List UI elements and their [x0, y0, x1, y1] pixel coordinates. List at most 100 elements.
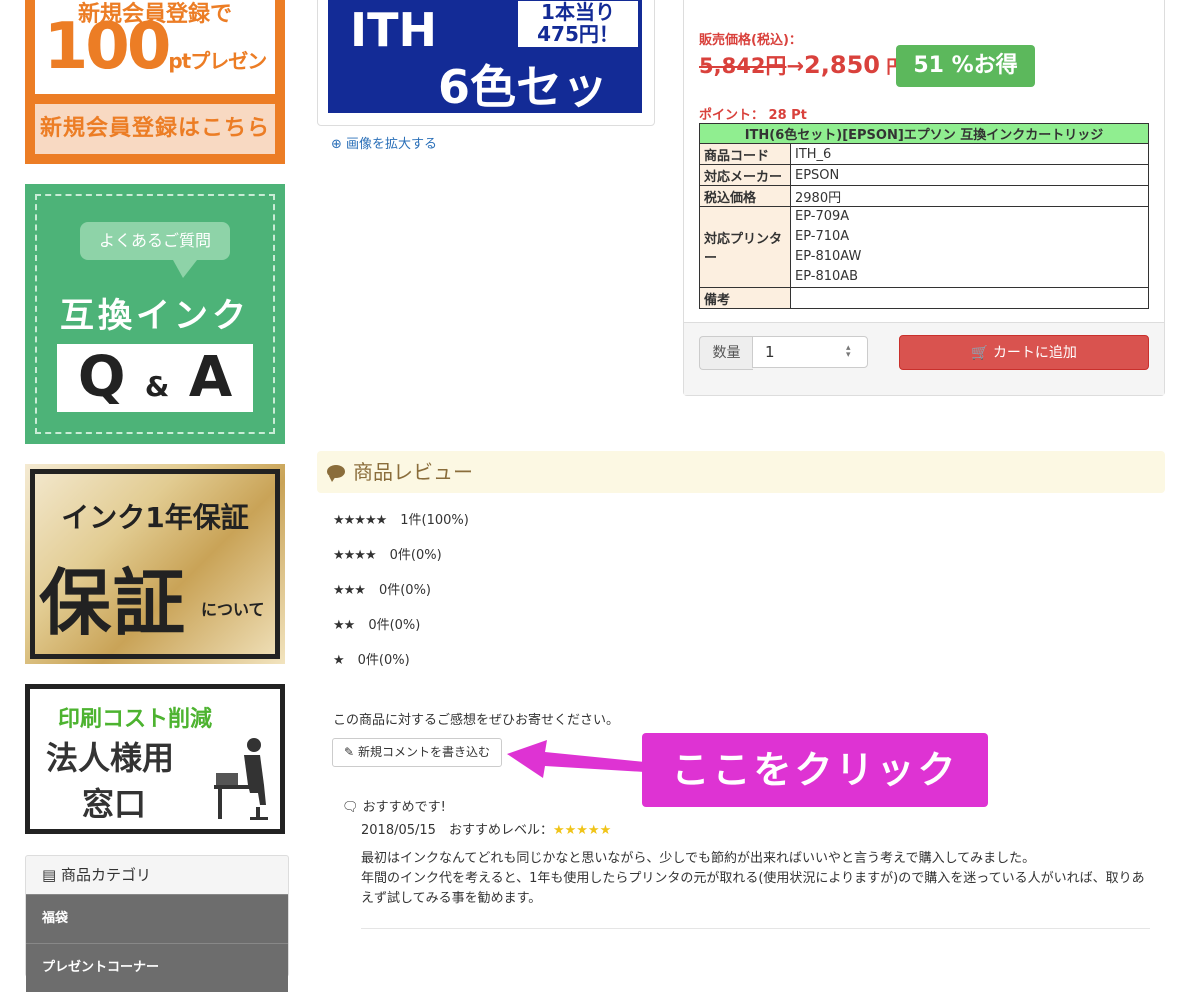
price-label: 販売価格(税込)：: [699, 33, 802, 48]
category-panel-title: 商品カテゴリ: [60, 866, 151, 884]
callout-arrow-icon: [507, 740, 645, 778]
register-button[interactable]: 新規会員登録はこちら: [35, 104, 275, 154]
spec-table-title: ITH(6色セット)[EPSON]エプソン 互換インクカートリッジ: [699, 123, 1149, 144]
spec-table-header-row: ITH(6色セット)[EPSON]エプソン 互換インクカートリッジ: [699, 123, 1149, 144]
cart-icon: 🛒: [971, 345, 989, 361]
warranty-banner[interactable]: インク1年保証 保証 について: [25, 464, 285, 664]
table-row: 対応プリンター EP-709A EP-710A EP-810AW EP-810A…: [699, 206, 1149, 288]
rating-stars: ★★: [333, 618, 355, 633]
qa-amp: &: [144, 370, 170, 403]
category-item-fukubukuro[interactable]: 福袋: [26, 894, 288, 943]
product-image-artwork: ITH 1本当り 475円！ 6色セット: [328, 0, 642, 180]
new-comment-button[interactable]: ✎ 新規コメントを書き込む: [332, 738, 502, 767]
product-unit-price: 1本当り 475円！: [518, 1, 638, 47]
comment-bubble-icon: [327, 465, 345, 482]
rating-stars: ★: [333, 653, 345, 668]
product-image[interactable]: ITH 1本当り 475円！ 6色セット: [317, 0, 655, 180]
category-panel: ▤ 商品カテゴリ 福袋 プレゼントコーナー: [25, 855, 289, 992]
comment-title: 🗨 おすすめです!: [342, 796, 446, 815]
comment-body-line: 最初はインクなんてどれも同じかなと思いながら、少しでも節約が出来ればいいやと言う…: [361, 851, 1036, 866]
corporate-banner-line1: 印刷コスト削減: [57, 707, 212, 732]
spec-value: EPSON: [790, 164, 1149, 186]
printer-model: EP-709A: [795, 209, 850, 224]
table-row: 対応メーカー EPSON: [699, 164, 1149, 186]
warranty-banner-line2: 保証: [39, 561, 188, 645]
qa-a: A: [188, 345, 233, 410]
spec-printers: EP-709A EP-710A EP-810AW EP-810AB: [790, 206, 1149, 288]
price-line: 5,842円→2,850 円: [699, 50, 904, 80]
price-arrow: →: [786, 54, 805, 78]
rating-row-4: ★★★★ 0件(0%): [333, 544, 442, 563]
printer-model: EP-810AB: [795, 269, 859, 284]
register-banner-panel: 新規会員登録で 100ptプレゼント: [35, 0, 275, 94]
rating-count: 0件(0%): [368, 618, 421, 633]
point-label: ポイント： 28 Pt: [699, 108, 807, 123]
list-icon: ▤: [42, 866, 57, 884]
enlarge-image-label: 画像を拡大する: [346, 137, 438, 152]
rating-stars: ★★★★: [333, 548, 377, 563]
comment-level-label: おすすめレベル：: [448, 823, 553, 838]
printer-model: EP-710A: [795, 229, 850, 244]
rating-row-3: ★★★ 0件(0%): [333, 579, 431, 598]
add-to-cart-button[interactable]: 🛒 カートに追加: [899, 335, 1149, 370]
spec-key: 税込価格: [699, 185, 791, 207]
quantity-stepper-icon[interactable]: ▴ ▾: [846, 344, 851, 360]
rating-row-2: ★★ 0件(0%): [333, 614, 420, 633]
category-panel-header: ▤ 商品カテゴリ: [26, 856, 288, 894]
rating-row-1: ★ 0件(0%): [333, 649, 410, 668]
corporate-banner[interactable]: 印刷コスト削減 法人様用 窓口: [25, 684, 285, 834]
person-at-desk-icon: [214, 738, 268, 820]
qa-q: Q: [77, 345, 126, 410]
rating-stars: ★★★: [333, 583, 366, 598]
warranty-banner-line3: について: [201, 600, 265, 619]
rating-row-5: ★★★★★ 1件(100%): [333, 509, 469, 528]
table-row: 商品コード ITH_6: [699, 143, 1149, 165]
quantity-label: 数量: [699, 336, 753, 370]
new-comment-label: 新規コメントを書き込む: [357, 745, 490, 759]
rating-count: 0件(0%): [378, 583, 432, 598]
spec-value: 2980円: [790, 185, 1149, 207]
table-row: 税込価格 2980円: [699, 185, 1149, 207]
edit-icon: ✎: [344, 745, 355, 759]
enlarge-image-link[interactable]: ⊕ 画像を拡大する: [331, 133, 437, 152]
spec-value: ITH_6: [790, 143, 1149, 165]
rating-count: 0件(0%): [389, 548, 442, 563]
qa-banner-title: 互換インク: [60, 296, 250, 336]
discount-badge: 51 %お得: [896, 45, 1035, 87]
corporate-banner-line3: 窓口: [82, 785, 147, 823]
qa-banner[interactable]: よくあるご質問 互換インク Q & A: [25, 184, 285, 444]
rating-count: 0件(0%): [357, 653, 410, 668]
speech-bubble-icon: 🗨: [342, 800, 359, 815]
comment-meta: 2018/05/15 おすすめレベル：★★★★★: [361, 819, 611, 838]
review-prompt: この商品に対するご感想をぜひお寄せください。: [333, 713, 620, 728]
comment-date: 2018/05/15: [361, 823, 436, 838]
register-banner[interactable]: 新規会員登録で 100ptプレゼント 新規会員登録はこちら: [25, 0, 285, 164]
product-set-label: 6色セット: [438, 60, 609, 180]
spec-key: 対応プリンター: [699, 206, 791, 288]
spec-key: 備考: [699, 287, 791, 309]
rating-count: 1件(100%): [400, 513, 469, 528]
review-section-title: 商品レビュー: [353, 460, 473, 484]
spec-value: [790, 287, 1149, 309]
spec-table: ITH(6色セット)[EPSON]エプソン 互換インクカートリッジ 商品コード I…: [699, 123, 1149, 309]
spec-key: 商品コード: [699, 143, 791, 165]
comment-title-text: おすすめです!: [362, 800, 446, 815]
category-item-present[interactable]: プレゼントコーナー: [26, 943, 288, 992]
printer-model: EP-810AW: [795, 249, 862, 264]
warranty-banner-line1: インク1年保証: [61, 501, 249, 534]
qa-banner-qa: Q & A: [57, 344, 253, 412]
register-banner-points-big: 100: [43, 10, 172, 84]
add-to-cart-label: カートに追加: [992, 345, 1077, 361]
qa-banner-bubble-tail: [173, 260, 197, 278]
product-brand: ITH: [350, 3, 437, 57]
review-section-header: 商品レビュー: [317, 451, 1165, 493]
comment-divider: [361, 928, 1150, 929]
comment-body: 最初はインクなんてどれも同じかなと思いながら、少しでも節約が出来ればいいやと言う…: [361, 849, 1151, 909]
qa-banner-bubble: よくあるご質問: [80, 222, 230, 260]
comment-level-stars: ★★★★★: [552, 823, 612, 838]
old-price: 5,842円: [699, 54, 787, 78]
corporate-banner-line2: 法人様用: [46, 739, 175, 777]
table-row: 備考: [699, 287, 1149, 309]
rating-stars: ★★★★★: [333, 513, 387, 528]
comment-body-line: 年間のインク代を考えると、1年も使用したらプリンタの元が取れる(使用状況によりま…: [361, 871, 1145, 906]
